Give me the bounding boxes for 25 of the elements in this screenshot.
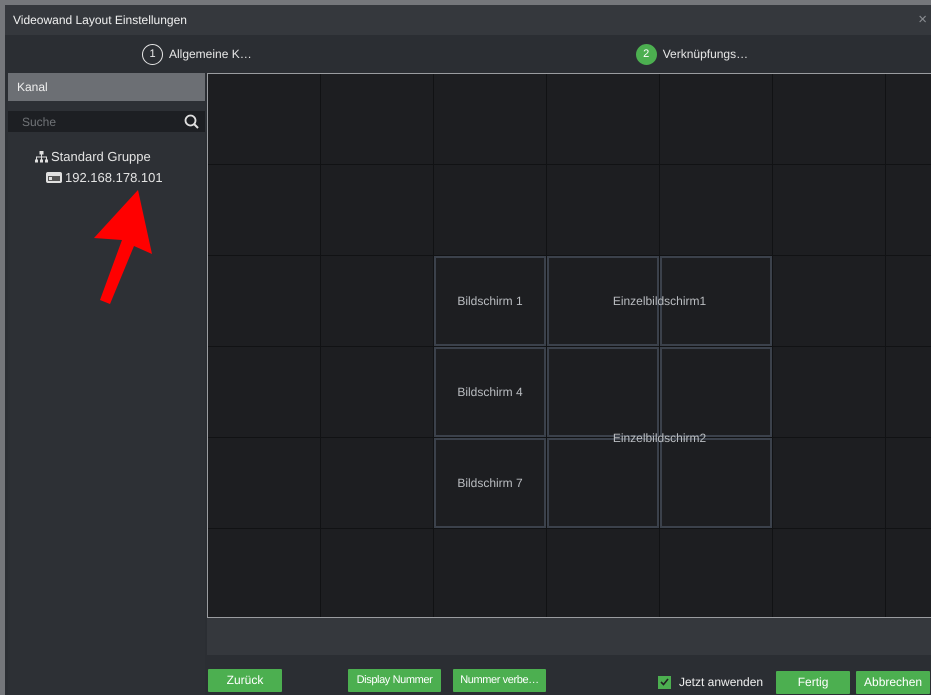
- window-title: Videowand Layout Einstellungen: [13, 12, 187, 29]
- search-field[interactable]: Suche: [8, 111, 205, 132]
- step-label[interactable]: Allgemeine K…: [169, 45, 252, 63]
- step-number: 2: [636, 44, 657, 64]
- checkbox-label: Jetzt anwenden: [679, 674, 764, 691]
- network-icon: [35, 150, 48, 163]
- tree-item[interactable]: 192.168.178.101: [65, 168, 163, 188]
- step-label[interactable]: Verknüpfungs…: [662, 45, 748, 63]
- tool-button[interactable]: Display Nummer: [348, 668, 441, 692]
- screen-label: Einzelbildschirm1: [612, 293, 706, 310]
- device-icon: [46, 172, 62, 183]
- panel-header: Kanal: [8, 73, 205, 101]
- tool-button[interactable]: Nummer verbe…: [453, 668, 546, 692]
- step-number: 1: [142, 44, 163, 64]
- apply-checkbox[interactable]: [658, 676, 671, 688]
- close-button[interactable]: ×: [918, 8, 927, 32]
- screen-label: Bildschirm 4: [457, 384, 523, 401]
- tree-item[interactable]: Standard Gruppe: [51, 147, 151, 166]
- screen-label: Bildschirm 1: [457, 293, 523, 310]
- search-icon: [184, 114, 199, 129]
- screen-label: Einzelbildschirm2: [612, 430, 706, 446]
- action-button[interactable]: Abbrechen: [856, 670, 930, 694]
- action-button[interactable]: Fertig: [776, 670, 850, 694]
- back-button[interactable]: Zurück: [208, 668, 282, 692]
- screen-label: Bildschirm 7: [457, 475, 523, 492]
